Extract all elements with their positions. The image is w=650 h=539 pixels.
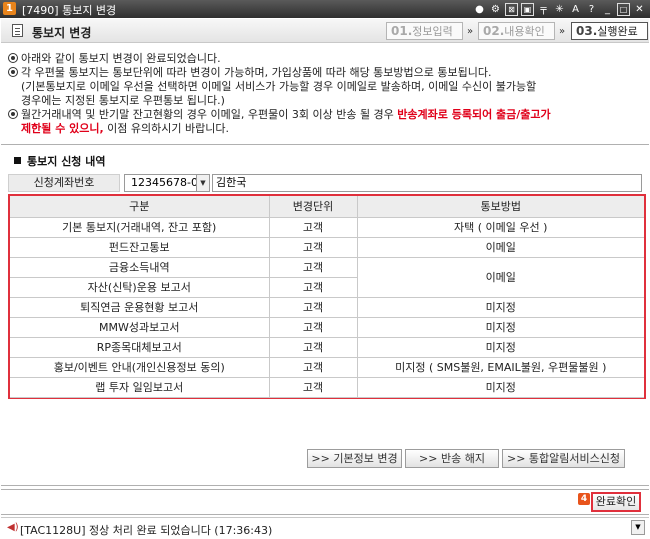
speaker-icon: ◀) — [7, 522, 19, 533]
step-badge: 4 — [578, 493, 590, 505]
table-header-row: 구분 변경단위 통보방법 — [10, 196, 644, 218]
column-header-method: 통보방법 — [356, 196, 644, 218]
column-header-type: 구분 — [10, 196, 270, 218]
table-row: MMW성과보고서 고객 미지정 — [10, 316, 644, 338]
text-size-icon[interactable]: A — [569, 3, 582, 16]
divider — [1, 144, 649, 145]
step-arrow-icon: » — [467, 26, 474, 37]
table-row: RP종목대체보고서 고객 미지정 — [10, 336, 644, 358]
step-2-review: 02.내용확인 — [478, 22, 555, 40]
settings-icon[interactable]: ⚙ — [489, 3, 502, 16]
document-icon — [12, 24, 23, 37]
close-icon[interactable]: ✕ — [633, 3, 646, 16]
notification-table: 구분 변경단위 통보방법 기본 통보지(거래내역, 잔고 포함) 고객 자택 (… — [8, 194, 646, 399]
basic-info-change-button[interactable]: >> 기본정보 변경 — [307, 449, 402, 468]
window-controls: ● ⚙ ⊠ ▣ ╤ ✳ A ? _ □ ✕ — [473, 1, 646, 17]
app-number-badge: 1 — [3, 2, 16, 15]
cancel-return-button[interactable]: >> 반송 해지 — [405, 449, 499, 468]
square-bullet-icon — [14, 157, 21, 164]
bullet-icon — [8, 109, 18, 119]
bullet-icon — [8, 53, 18, 63]
table-row: 랩 투자 일임보고서 고객 미지정 — [10, 376, 644, 398]
bullet-icon — [8, 67, 18, 77]
warning-text: 반송계좌로 등록되어 출금/출고가 — [397, 108, 551, 121]
table-row: 홍보/이벤트 안내(개인신용정보 동의) 고객 미지정 ( SMS불원, EMA… — [10, 356, 644, 378]
confirm-complete-button[interactable]: 완료확인 — [591, 492, 641, 512]
integrated-alert-service-button[interactable]: >> 통합알림서비스신청 — [502, 449, 625, 468]
account-number-label: 신청계좌번호 — [8, 174, 120, 192]
window-title: [7490] 통보지 변경 — [22, 4, 117, 17]
step-3-complete: 03.실행완료 — [571, 22, 648, 40]
chevron-down-icon[interactable]: ▼ — [196, 175, 209, 191]
table-row: 펀드잔고통보 고객 이메일 — [10, 236, 644, 258]
section-title: 통보지 신청 내역 — [14, 153, 106, 169]
window-title-bar: 1 [7490] 통보지 변경 ● ⚙ ⊠ ▣ ╤ ✳ A ? _ □ ✕ — [0, 0, 650, 18]
status-message: [TAC1128U] 정상 처리 완료 되었습니다 (17:36:43) — [20, 524, 273, 537]
grid-icon[interactable]: ⊠ — [505, 2, 518, 16]
table-row: 금융소득내역 고객 이메일 — [10, 256, 644, 298]
warning-text: 제한될 수 있으니, — [21, 122, 104, 135]
lock-icon[interactable]: ● — [473, 3, 486, 16]
pin-icon[interactable]: ╤ — [537, 3, 550, 16]
page-title: 통보지 변경 — [32, 26, 92, 40]
column-header-unit: 변경단위 — [268, 196, 358, 218]
step-arrow-icon: » — [559, 26, 566, 37]
notice-text: 아래와 같이 통보지 변경이 완료되었습니다. 각 우편물 통보지는 통보단위에… — [8, 52, 644, 136]
account-number-select[interactable]: 12345678-01 ▼ — [124, 174, 210, 192]
divider — [1, 485, 649, 486]
bottom-action-bar — [1, 489, 649, 515]
account-holder-name: 김한국 — [212, 174, 642, 192]
help-icon[interactable]: ? — [585, 3, 598, 16]
restore-icon[interactable]: ▣ — [521, 2, 534, 16]
table-row: 퇴직연금 운용현황 보고서 고객 미지정 — [10, 296, 644, 318]
chevron-down-icon[interactable]: ▼ — [631, 520, 645, 535]
step-1-input: 01.정보입력 — [386, 22, 463, 40]
table-row: 기본 통보지(거래내역, 잔고 포함) 고객 자택 ( 이메일 우선 ) — [10, 216, 644, 238]
maximize-icon[interactable]: □ — [617, 2, 630, 16]
minimize-icon[interactable]: _ — [601, 3, 614, 16]
page-header: 통보지 변경 01.정보입력 » 02.내용확인 » 03.실행완료 — [1, 19, 649, 43]
star-icon[interactable]: ✳ — [553, 3, 566, 16]
status-bar: ◀) [TAC1128U] 정상 처리 완료 되었습니다 (17:36:43) … — [1, 517, 649, 537]
